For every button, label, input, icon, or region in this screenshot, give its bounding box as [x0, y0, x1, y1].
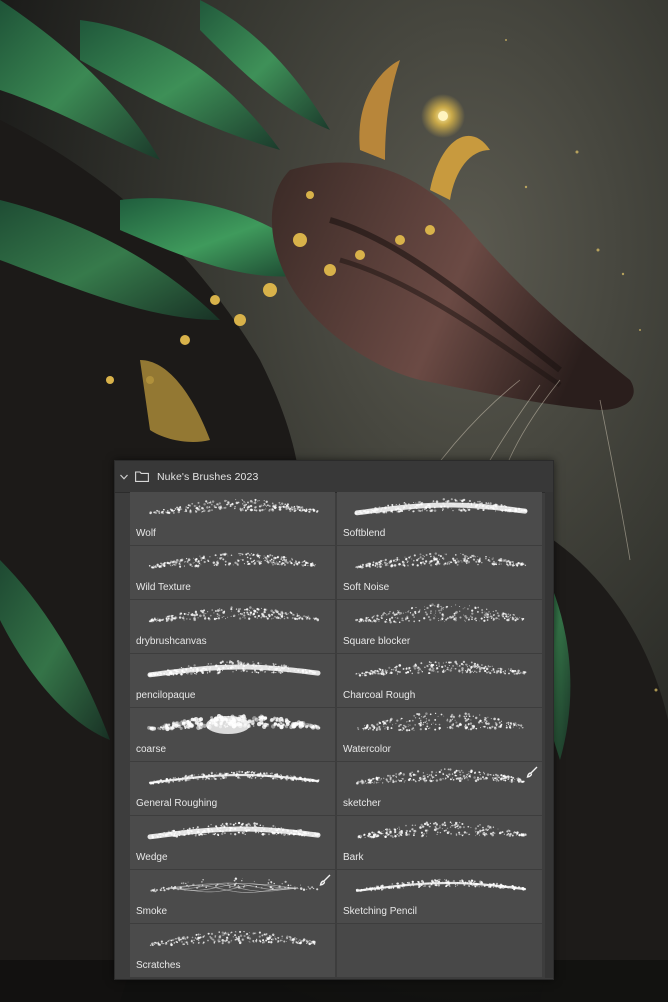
brush-name: Wedge — [136, 852, 168, 863]
brush-icon — [319, 874, 331, 886]
brush-stroke-preview — [148, 770, 320, 785]
brush-stroke-preview — [355, 603, 525, 624]
brush-stroke-preview — [355, 768, 525, 785]
brush-tile[interactable]: General Roughing — [130, 762, 335, 815]
brush-name: Wolf — [136, 528, 156, 539]
brush-name: Soft Noise — [343, 582, 390, 593]
brush-tile[interactable]: Softblend — [337, 492, 542, 545]
brush-name: Scratches — [136, 960, 181, 971]
brush-stroke-preview — [148, 552, 316, 569]
brush-group-name: Nuke's Brushes 2023 — [157, 470, 259, 483]
brush-stroke-preview — [147, 821, 321, 840]
brush-name: Wild Texture — [136, 582, 191, 593]
brush-name: sketcher — [343, 798, 381, 809]
brush-tile[interactable]: Bark — [337, 816, 542, 869]
brush-tile[interactable]: Wild Texture — [130, 546, 335, 599]
brush-stroke-preview — [147, 713, 321, 734]
brush-tile[interactable]: Scratches — [130, 924, 335, 977]
brush-name: drybrushcanvas — [136, 636, 207, 647]
panel-scrollbar[interactable] — [545, 492, 553, 978]
brush-name: General Roughing — [136, 798, 218, 809]
brush-tile[interactable]: Charcoal Rough — [337, 654, 542, 707]
brush-stroke-preview — [355, 552, 527, 569]
brush-name: pencilopaque — [136, 690, 196, 701]
brush-grid: Wolf Softblend Wild Texture Soft Noise drybr… — [130, 492, 544, 977]
brush-tile[interactable]: Square blocker — [337, 600, 542, 653]
folder-icon — [135, 471, 149, 482]
brush-icon — [526, 766, 538, 778]
brush-tile[interactable]: drybrushcanvas — [130, 600, 335, 653]
brush-stroke-preview — [357, 712, 524, 732]
brush-tile[interactable]: Smoke — [130, 870, 335, 923]
brush-name: Square blocker — [343, 636, 411, 647]
brush-stroke-preview — [147, 660, 321, 678]
brush-name: Charcoal Rough — [343, 690, 416, 701]
brush-stroke-preview — [149, 930, 316, 947]
brush-name: Sketching Pencil — [343, 906, 417, 917]
brush-tile[interactable]: Sketching Pencil — [337, 870, 542, 923]
brush-tile[interactable]: Wedge — [130, 816, 335, 869]
brush-tile[interactable]: Watercolor — [337, 708, 542, 761]
brush-tile[interactable]: coarse — [130, 708, 335, 761]
brush-group-header[interactable]: Nuke's Brushes 2023 — [115, 461, 553, 493]
brush-stroke-preview — [357, 821, 527, 839]
brushes-panel: Nuke's Brushes 2023 Wolf Softblend Wild Te… — [114, 460, 554, 980]
brush-name: Bark — [343, 852, 364, 863]
brush-name: Smoke — [136, 906, 168, 917]
chevron-down-icon[interactable] — [119, 472, 129, 482]
brush-stroke-preview — [150, 877, 319, 893]
brush-tile[interactable]: pencilopaque — [130, 654, 335, 707]
brush-stroke-preview — [355, 878, 527, 892]
brush-name: Softblend — [343, 528, 386, 539]
brush-name: Watercolor — [343, 744, 391, 755]
brush-stroke-preview — [148, 606, 320, 623]
brush-tile[interactable]: sketcher — [337, 762, 542, 815]
brush-name: coarse — [136, 744, 167, 755]
brush-stroke-preview — [355, 660, 527, 677]
brush-stroke-preview — [149, 498, 319, 515]
brush-tile[interactable]: Wolf — [130, 492, 335, 545]
brush-tile[interactable]: Soft Noise — [337, 546, 542, 599]
brush-stroke-preview — [354, 498, 528, 516]
empty-tile — [337, 924, 542, 977]
